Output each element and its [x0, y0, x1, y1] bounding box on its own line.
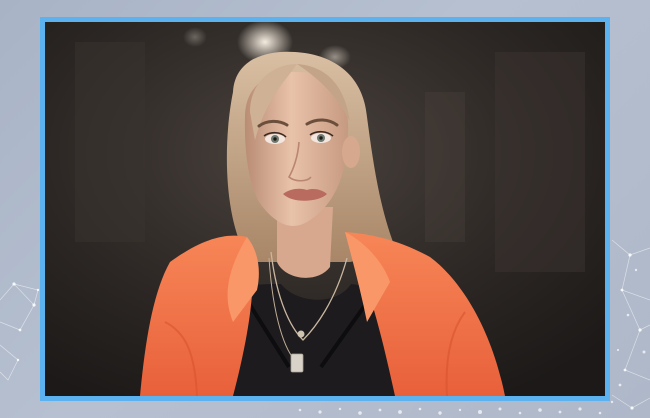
portrait-photo [45, 22, 605, 396]
pendant [290, 353, 304, 373]
photo-frame [40, 17, 610, 401]
